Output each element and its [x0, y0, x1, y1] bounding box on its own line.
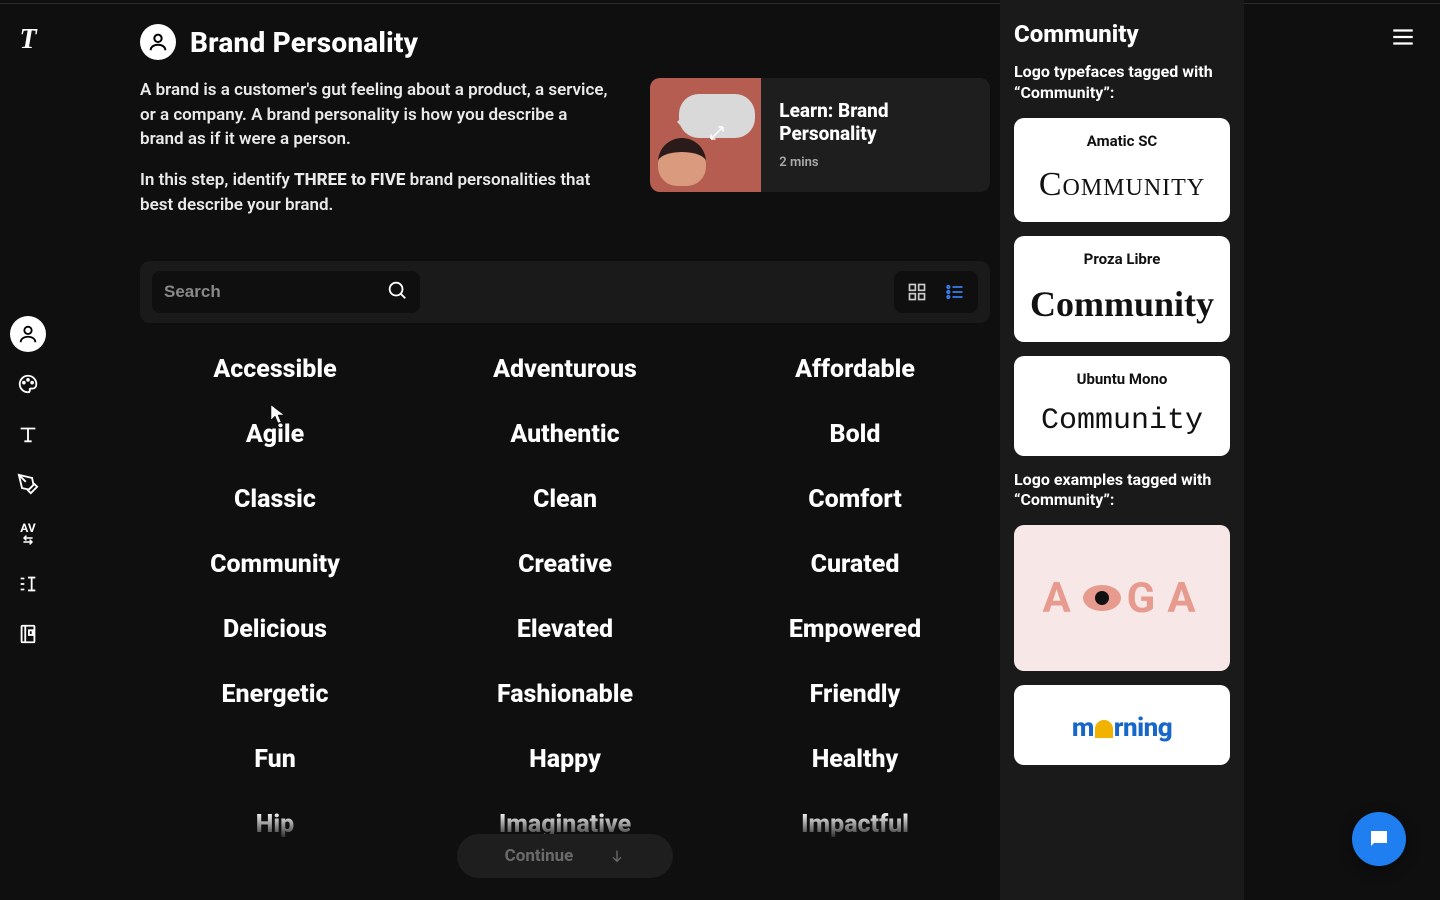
intro-text: A brand is a customer's gut feeling abou…	[140, 78, 610, 233]
typeface-card-ubuntu-mono[interactable]: Ubuntu Mono Community	[1014, 356, 1230, 456]
personality-delicious[interactable]: Delicious	[140, 611, 410, 648]
personality-happy[interactable]: Happy	[430, 741, 700, 778]
step-personality-icon[interactable]	[10, 316, 46, 352]
typeface-sample: Community	[1024, 286, 1220, 322]
logo-examples-list: AGA mrning	[1014, 525, 1230, 765]
step-type-icon[interactable]	[10, 416, 46, 452]
chat-button[interactable]	[1352, 812, 1406, 866]
typeface-name: Amatic SC	[1024, 132, 1220, 150]
personality-elevated[interactable]: Elevated	[430, 611, 700, 648]
examples-heading: Logo examples tagged with “Community”:	[1014, 470, 1230, 512]
typeface-card-amatic-sc[interactable]: Amatic SC Community	[1014, 118, 1230, 222]
typeface-card-proza-libre[interactable]: Proza Libre Community	[1014, 236, 1230, 342]
personality-energetic[interactable]: Energetic	[140, 676, 410, 713]
left-rail: T AV⇆	[0, 0, 56, 900]
expand-icon	[708, 124, 726, 142]
rail-step-icons: AV⇆	[10, 316, 46, 652]
menu-button[interactable]	[1390, 24, 1416, 54]
learn-duration: 2 mins	[779, 155, 972, 170]
page-header-icon	[140, 24, 176, 60]
morning-logo: mrning	[1072, 713, 1172, 743]
arrow-down-icon	[609, 848, 625, 864]
bottom-bar: Continue	[140, 812, 990, 900]
learn-title: Learn: Brand Personality	[779, 100, 972, 146]
personality-accessible[interactable]: Accessible	[140, 351, 410, 388]
personality-friendly[interactable]: Friendly	[720, 676, 990, 713]
right-panel-title: Community	[1014, 20, 1230, 48]
personality-community[interactable]: Community	[140, 546, 410, 583]
search-wrap	[152, 271, 420, 313]
typeface-list: Amatic SCCommunityProza LibreCommunityUb…	[1014, 118, 1230, 456]
learn-card[interactable]: Learn: Brand Personality 2 mins	[650, 78, 990, 192]
step-paragraph-icon[interactable]	[10, 566, 46, 602]
personality-affordable[interactable]: Affordable	[720, 351, 990, 388]
aoga-logo: AGA	[1042, 574, 1201, 623]
typeface-name: Proza Libre	[1024, 250, 1220, 268]
personality-adventurous[interactable]: Adventurous	[430, 351, 700, 388]
typefaces-heading: Logo typefaces tagged with “Community”:	[1014, 62, 1230, 104]
logo-example-aoga[interactable]: AGA	[1014, 525, 1230, 671]
controls-bar	[140, 261, 990, 323]
personality-clean[interactable]: Clean	[430, 481, 700, 518]
view-list-button[interactable]	[938, 277, 972, 307]
personality-bold[interactable]: Bold	[720, 416, 990, 453]
personality-creative[interactable]: Creative	[430, 546, 700, 583]
personality-curated[interactable]: Curated	[720, 546, 990, 583]
continue-label: Continue	[505, 846, 574, 866]
intro-paragraph-1: A brand is a customer's gut feeling abou…	[140, 78, 610, 152]
personality-authentic[interactable]: Authentic	[430, 416, 700, 453]
page-title: Brand Personality	[190, 26, 418, 59]
personality-fashionable[interactable]: Fashionable	[430, 676, 700, 713]
step-brandbook-icon[interactable]	[10, 616, 46, 652]
app-logo[interactable]: T	[19, 24, 36, 56]
personality-empowered[interactable]: Empowered	[720, 611, 990, 648]
learn-body: Learn: Brand Personality 2 mins	[761, 78, 990, 192]
personality-agile[interactable]: Agile	[140, 416, 410, 453]
continue-button[interactable]: Continue	[457, 834, 674, 878]
view-toggle	[894, 271, 978, 313]
step-kerning-icon[interactable]: AV⇆	[10, 516, 46, 552]
right-panel: Community Logo typefaces tagged with “Co…	[1000, 0, 1244, 900]
search-icon[interactable]	[386, 279, 408, 305]
step-pen-icon[interactable]	[10, 466, 46, 502]
learn-thumbnail	[650, 78, 761, 192]
step-palette-icon[interactable]	[10, 366, 46, 402]
intro-paragraph-2: In this step, identify THREE to FIVE bra…	[140, 168, 610, 217]
typeface-sample: Community	[1024, 406, 1220, 436]
search-input[interactable]	[164, 282, 364, 302]
personality-fun[interactable]: Fun	[140, 741, 410, 778]
page-header: Brand Personality	[140, 24, 990, 60]
main-content: Brand Personality A brand is a customer'…	[140, 24, 990, 900]
typeface-name: Ubuntu Mono	[1024, 370, 1220, 388]
personality-comfort[interactable]: Comfort	[720, 481, 990, 518]
view-grid-button[interactable]	[900, 277, 934, 307]
typeface-sample: Community	[1024, 168, 1220, 202]
personality-classic[interactable]: Classic	[140, 481, 410, 518]
personality-healthy[interactable]: Healthy	[720, 741, 990, 778]
logo-example-morning[interactable]: mrning	[1014, 685, 1230, 765]
intro-row: A brand is a customer's gut feeling abou…	[140, 78, 990, 233]
